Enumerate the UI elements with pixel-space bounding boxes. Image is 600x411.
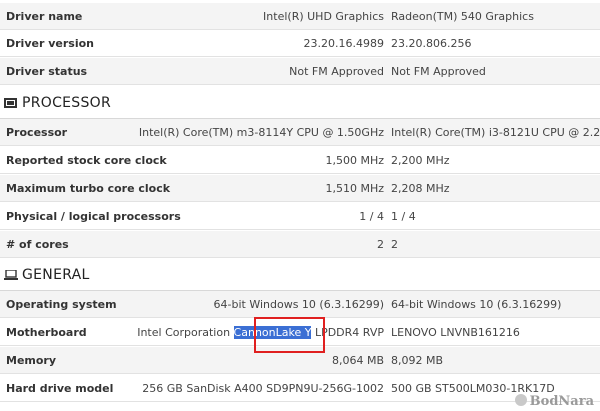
table-row: Operating system 64-bit Windows 10 (6.3.… bbox=[0, 291, 600, 318]
row-label: Physical / logical processors bbox=[6, 210, 181, 223]
value-system-2: 2 bbox=[391, 238, 398, 251]
table-row: Driver name Intel(R) UHD Graphics Radeon… bbox=[0, 3, 600, 30]
value-system-2: 23.20.806.256 bbox=[391, 37, 472, 50]
row-label: Reported stock core clock bbox=[6, 154, 167, 167]
table-row: Physical / logical processors 1 / 4 1 / … bbox=[0, 203, 600, 230]
value-system-2: 2,208 MHz bbox=[391, 182, 450, 195]
row-label: Motherboard bbox=[6, 326, 87, 339]
row-label: Processor bbox=[6, 126, 68, 139]
row-label: Memory bbox=[6, 354, 57, 367]
row-label: Driver name bbox=[6, 10, 83, 23]
value-system-2: 1 / 4 bbox=[391, 210, 416, 223]
value-system-2: LENOVO LNVNB161216 bbox=[391, 326, 520, 339]
value-system-1: Not FM Approved bbox=[289, 65, 384, 78]
table-row: # of cores 2 2 bbox=[0, 231, 600, 258]
value-system-1: 23.20.16.4989 bbox=[303, 37, 384, 50]
value-system-2: Not FM Approved bbox=[391, 65, 486, 78]
value-system-2: 2,200 MHz bbox=[391, 154, 450, 167]
table-row: Reported stock core clock 1,500 MHz 2,20… bbox=[0, 147, 600, 174]
watermark-logo-icon bbox=[514, 394, 527, 406]
row-label: Driver version bbox=[6, 37, 94, 50]
value-system-1: Intel(R) UHD Graphics bbox=[263, 10, 384, 23]
processor-icon bbox=[4, 98, 17, 108]
value-system-1: 1,500 MHz bbox=[325, 154, 384, 167]
value-system-2: Intel(R) Core(TM) i3-8121U CPU @ 2.20GHz bbox=[391, 126, 600, 139]
value-system-1: 1,510 MHz bbox=[325, 182, 384, 195]
row-label: Maximum turbo core clock bbox=[6, 182, 171, 195]
section-header-processor: PROCESSOR bbox=[0, 87, 600, 119]
table-row: Driver version 23.20.16.4989 23.20.806.2… bbox=[0, 30, 600, 57]
value-system-1: 256 GB SanDisk A400 SD9PN9U-256G-1002 bbox=[142, 382, 384, 395]
table-row: Maximum turbo core clock 1,510 MHz 2,208… bbox=[0, 175, 600, 202]
laptop-icon bbox=[4, 270, 18, 280]
watermark-text: BodNara bbox=[529, 394, 594, 409]
table-row: Hard drive model 256 GB SanDisk A400 SD9… bbox=[0, 375, 600, 402]
watermark: BodNara bbox=[514, 394, 594, 409]
row-label: # of cores bbox=[6, 238, 69, 251]
annotation-box bbox=[254, 317, 325, 353]
value-system-2: Radeon(TM) 540 Graphics bbox=[391, 10, 534, 23]
value-system-1: 1 / 4 bbox=[359, 210, 384, 223]
table-row: Driver status Not FM Approved Not FM App… bbox=[0, 58, 600, 85]
table-row: Processor Intel(R) Core(TM) m3-8114Y CPU… bbox=[0, 119, 600, 146]
row-label: Hard drive model bbox=[6, 382, 114, 395]
value-system-1: 2 bbox=[377, 238, 384, 251]
section-title: GENERAL bbox=[22, 267, 90, 283]
value-system-2: 8,092 MB bbox=[391, 354, 444, 367]
section-title: PROCESSOR bbox=[22, 95, 112, 111]
motherboard-vendor: Intel Corporation bbox=[137, 326, 234, 339]
row-label: Operating system bbox=[6, 298, 117, 311]
value-system-1: 8,064 MB bbox=[331, 354, 384, 367]
row-label: Driver status bbox=[6, 65, 88, 78]
value-system-1: 64-bit Windows 10 (6.3.16299) bbox=[213, 298, 384, 311]
value-system-1: Intel(R) Core(TM) m3-8114Y CPU @ 1.50GHz bbox=[138, 126, 384, 139]
value-system-2: 64-bit Windows 10 (6.3.16299) bbox=[391, 298, 562, 311]
section-header-general: GENERAL bbox=[0, 259, 600, 291]
